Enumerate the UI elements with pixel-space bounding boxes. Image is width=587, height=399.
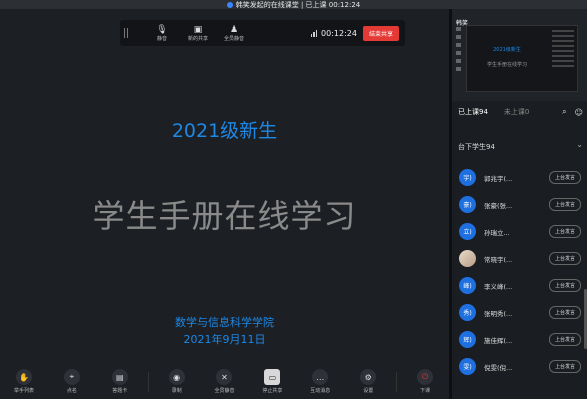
student-name: 倪雯(倪... [484, 363, 513, 372]
class-control-bar: ✋ 举手列表 ⌖ 点名 ▤ 答题卡 ◉ 录制 ✕ 全员静音 ▭ 停止共享 … 互… [0, 364, 449, 399]
settings-label: 设置 [363, 388, 374, 394]
class-timer: 00:12:24 [321, 28, 357, 38]
shared-screen-area: 🎙 静音 ▣ 新的共享 ♟ 全员静音 00:12:24 结束共享 2021级新生… [0, 9, 449, 399]
roll-call-label: 点名 [66, 388, 77, 394]
tab-attended[interactable]: 已上课94 [458, 107, 488, 117]
avatar: 秀) [459, 304, 476, 321]
list-item: 雯) 倪雯(倪... 上台发言 [452, 353, 587, 380]
share-screen-icon: ▣ [193, 24, 203, 35]
list-item: 峰) 李义峰(... 上台发言 [452, 272, 587, 299]
mute-label: 静音 [156, 35, 167, 42]
avatar: 辉) [459, 331, 476, 348]
divider [147, 371, 149, 392]
new-share-button[interactable]: ▣ 新的共享 [182, 25, 214, 42]
answer-card-icon: ▤ [111, 369, 128, 385]
student-list: 宇) 郭兆宇(... 上台发言 豪) 张豪(张... 上台发言 立) 孙瑞立..… [452, 164, 587, 380]
attendance-tabs: 已上课94 未上课0 ⌕ ☺ [452, 105, 587, 119]
gear-icon: ⚙ [360, 369, 377, 385]
preview-subtitle: 学生手册在线学习 [486, 62, 527, 68]
record-button[interactable]: ◉ 录制 [157, 369, 197, 394]
avatar: 峰) [459, 277, 476, 294]
mute-all-icon: ♟ [229, 24, 239, 35]
invite-to-speak-button[interactable]: 上台发言 [548, 306, 581, 319]
raise-hand-icon: ✋ [15, 369, 32, 385]
mute-all-button[interactable]: ♟ 全员静音 [218, 25, 250, 42]
preview-sidebar [456, 27, 466, 87]
preview-title: 2021级新生 [493, 47, 521, 53]
mic-icon: 🎙 [156, 24, 168, 35]
slide-org: 数学与信息科学学院 [175, 316, 274, 329]
stop-share-label: 停止共享 [262, 388, 283, 394]
student-name: 孙瑞立... [484, 228, 510, 237]
invite-to-speak-button[interactable]: 上台发言 [548, 171, 581, 184]
student-name: 张明秀(... [484, 309, 513, 318]
record-label: 录制 [171, 388, 182, 394]
slide-subtitle: 学生手册在线学习 [92, 197, 357, 235]
invite-to-speak-button[interactable]: 上台发言 [548, 360, 581, 373]
mute-all-icon: ✕ [216, 369, 233, 385]
mute-button[interactable]: 🎙 静音 [146, 25, 178, 42]
end-class-label: 下课 [420, 388, 431, 394]
student-name: 施佳辉(... [484, 336, 513, 345]
interactive-messages-label: 互动消息 [310, 388, 331, 394]
share-toolbar: 🎙 静音 ▣ 新的共享 ♟ 全员静音 00:12:24 结束共享 [120, 20, 405, 46]
avatar: 宇) [459, 169, 476, 186]
user-icon[interactable]: ☺ [575, 108, 583, 117]
invite-to-speak-button[interactable]: 上台发言 [548, 333, 581, 346]
avatar: 立) [459, 223, 476, 240]
raise-hand-list-label: 举手列表 [13, 388, 34, 394]
window-title-bar: 韩笑发起的在线课堂 | 已上课 00:12:24 [0, 0, 587, 9]
signal-icon [310, 29, 318, 37]
slide-date: 2021年9月11日 [183, 333, 266, 346]
avatar: 豪) [459, 196, 476, 213]
tab-absent[interactable]: 未上课0 [504, 107, 529, 117]
drag-handle[interactable] [124, 28, 132, 38]
settings-button[interactable]: ⚙ 设置 [348, 369, 388, 394]
invite-to-speak-button[interactable]: 上台发言 [548, 198, 581, 211]
side-panel: 韩笑 2021级新生 学生手册在线学习 已上课94 未上课0 ⌕ ☺ 台下学生9… [452, 9, 587, 399]
end-class-button[interactable]: ⏻ 下课 [405, 369, 445, 394]
chat-icon: … [312, 369, 329, 385]
avatar [459, 250, 476, 267]
slide-title: 2021级新生 [171, 120, 278, 142]
invite-to-speak-button[interactable]: 上台发言 [548, 225, 581, 238]
mute-all-bottom-label: 全员静音 [214, 388, 235, 394]
student-name: 常晓宇(... [484, 255, 513, 264]
interactive-messages-button[interactable]: … 互动消息 [300, 369, 340, 394]
student-name: 郭兆宇(... [484, 174, 513, 183]
raise-hand-list-button[interactable]: ✋ 举手列表 [4, 369, 44, 394]
section-title: 台下学生94 [458, 143, 495, 151]
location-pin-icon: ⌖ [63, 369, 80, 385]
avatar: 雯) [459, 358, 476, 375]
preview-screen: 2021级新生 学生手册在线学习 [466, 25, 578, 92]
answer-card-label: 答题卡 [112, 388, 128, 394]
list-item: 豪) 张豪(张... 上台发言 [452, 191, 587, 218]
roll-call-button[interactable]: ⌖ 点名 [52, 369, 92, 394]
stop-share-icon: ▭ [264, 369, 281, 385]
student-name: 张豪(张... [484, 201, 513, 210]
search-icon[interactable]: ⌕ [562, 107, 566, 117]
new-share-label: 新的共享 [187, 35, 208, 42]
list-item: 辉) 施佳辉(... 上台发言 [452, 326, 587, 353]
mute-all-bottom-button[interactable]: ✕ 全员静音 [204, 369, 244, 394]
end-share-button[interactable]: 结束共享 [362, 25, 399, 41]
record-icon: ◉ [168, 369, 185, 385]
list-item: 立) 孙瑞立... 上台发言 [452, 218, 587, 245]
power-icon: ⏻ [417, 369, 434, 385]
presenter-preview[interactable]: 韩笑 2021级新生 学生手册在线学习 [452, 9, 587, 101]
chevron-down-icon[interactable]: ⌄ [576, 140, 583, 149]
list-item: 宇) 郭兆宇(... 上台发言 [452, 164, 587, 191]
mute-all-label: 全员静音 [223, 35, 244, 42]
stop-share-button[interactable]: ▭ 停止共享 [252, 369, 292, 394]
preview-list [552, 30, 574, 70]
invite-to-speak-button[interactable]: 上台发言 [548, 252, 581, 265]
answer-card-button[interactable]: ▤ 答题卡 [100, 369, 140, 394]
invite-to-speak-button[interactable]: 上台发言 [548, 279, 581, 292]
app-icon [226, 1, 233, 8]
list-item: 秀) 张明秀(... 上台发言 [452, 299, 587, 326]
student-name: 李义峰(... [484, 282, 513, 291]
list-item: 常晓宇(... 上台发言 [452, 245, 587, 272]
divider [396, 371, 398, 392]
